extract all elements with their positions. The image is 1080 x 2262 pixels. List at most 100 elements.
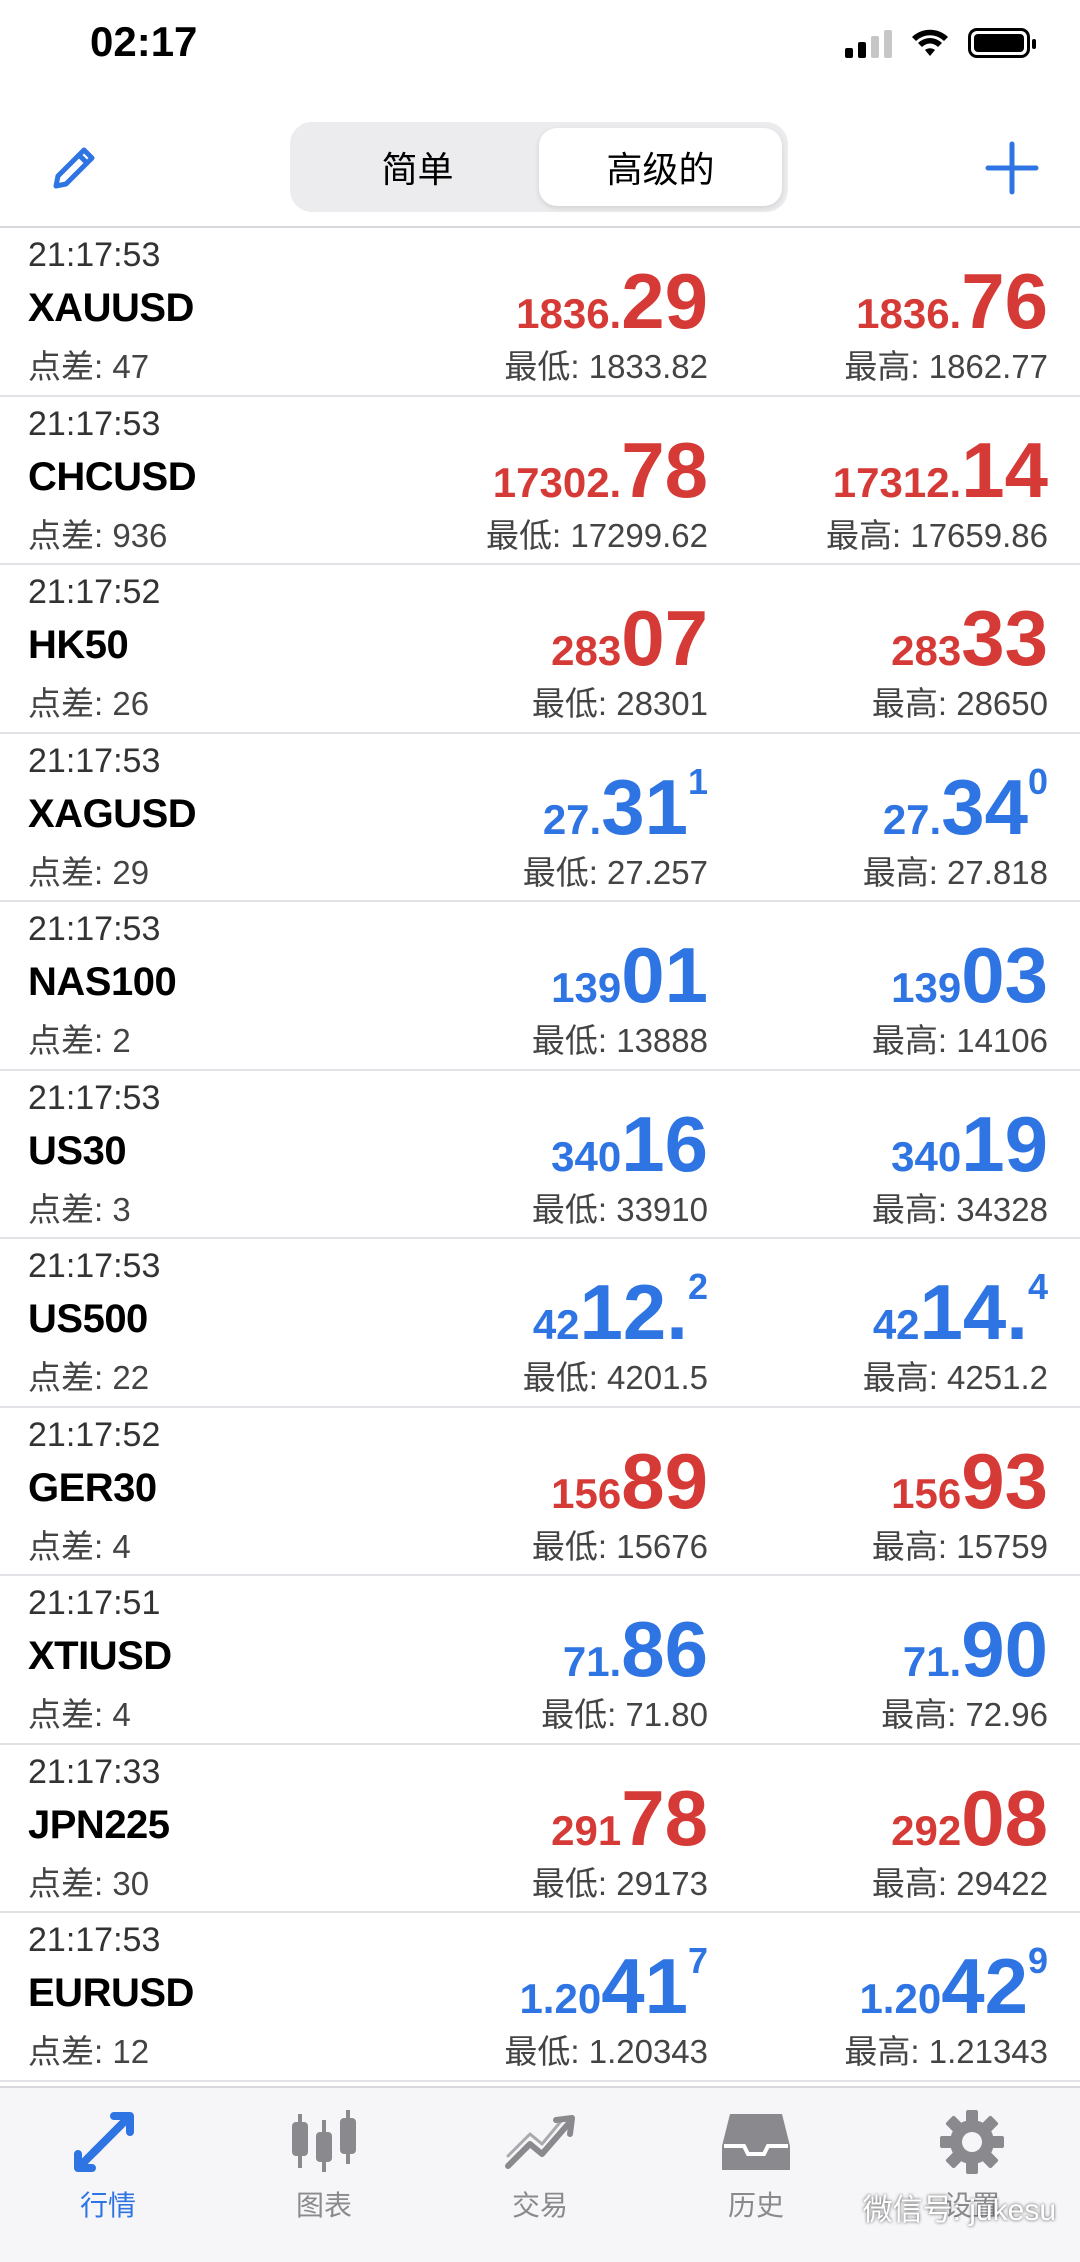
ask-price-main-digits: 34: [941, 762, 1028, 851]
quote-low: 最低: 1833.82: [504, 348, 708, 385]
ask-price[interactable]: 34019: [891, 1105, 1048, 1183]
quote-high: 最高: 14106: [871, 1022, 1048, 1059]
quote-high: 最高: 28650: [871, 685, 1048, 722]
tab-history[interactable]: 历史: [648, 2088, 864, 2262]
ask-price[interactable]: 71.90: [903, 1610, 1048, 1688]
quote-row[interactable]: 21:17:53 EURUSD 点差: 12 1.20417 1.20429 最低: 1.…: [0, 1913, 1080, 2082]
ask-price-main-digits: 93: [961, 1436, 1048, 1525]
tab-settings[interactable]: 设置: [864, 2088, 1080, 2262]
quote-low: 最低: 28301: [531, 685, 708, 722]
quote-low: 最低: 15676: [531, 1527, 708, 1565]
quote-symbol: GER30: [28, 1465, 157, 1510]
bid-price-main-digits: 07: [621, 594, 708, 682]
bid-price[interactable]: 71.86: [563, 1610, 708, 1688]
quote-time: 21:17:53: [28, 1247, 161, 1285]
bid-price-main-digits: 41: [601, 1942, 688, 2030]
ask-price-main-digits: 03: [961, 931, 1048, 1019]
quote-row[interactable]: 21:17:53 XAGUSD 点差: 29 27.311 27.340 最低: 27.2…: [0, 734, 1080, 902]
ask-price-main-digits: 42: [941, 1942, 1028, 2030]
wechat-watermark: 微信号: jukesu: [862, 2194, 1056, 2227]
quote-symbol: HK50: [28, 623, 129, 667]
quote-row[interactable]: 21:17:52 HK50 点差: 26 28307 28333 最低: 28301 最高:…: [0, 565, 1080, 734]
ask-price-main-digits: 14: [961, 425, 1048, 514]
bid-price-prefix: 1.20: [519, 1975, 602, 2022]
header-bar: 简单 高级的: [0, 110, 1080, 220]
bid-price[interactable]: 27.311: [543, 763, 708, 846]
quote-high: 最高: 17659.86: [826, 516, 1048, 554]
quote-spread: 点差: 12: [28, 2033, 150, 2070]
edit-pencil-icon[interactable]: [44, 138, 104, 198]
quote-symbol: NAS100: [28, 960, 177, 1004]
bid-price[interactable]: 1.20417: [519, 1943, 708, 2026]
bid-price-prefix: 17302.: [492, 458, 622, 506]
quote-row[interactable]: 21:17:53 US30 点差: 3 34016 34019 最低: 33910 最高: …: [0, 1071, 1080, 1239]
bid-price[interactable]: 34016: [551, 1105, 708, 1183]
ask-price[interactable]: 28333: [891, 599, 1048, 677]
segment-simple[interactable]: 简单: [296, 128, 539, 206]
ask-price[interactable]: 1836.76: [856, 262, 1048, 340]
quote-low: 最低: 13888: [531, 1022, 708, 1059]
quote-row[interactable]: 21:17:52 GER30 点差: 4 15689 15693 最低: 15676 最高:…: [0, 1408, 1080, 1576]
quote-time: 21:17:53: [28, 1921, 161, 1959]
quote-row[interactable]: 21:17:53 US500 点差: 22 4212.2 4214.4 最低: 4201.…: [0, 1239, 1080, 1408]
ask-price[interactable]: 27.340: [882, 763, 1048, 846]
ask-price-prefix: 27.: [882, 795, 942, 843]
ask-price-main-digits: 14.: [919, 1268, 1028, 1356]
status-bar: 02:17: [0, 0, 1080, 90]
quote-row[interactable]: 21:17:53 XAUUSD 点差: 47 1836.29 1836.76 最低: 18…: [0, 228, 1080, 397]
ask-price[interactable]: 29208: [891, 1779, 1048, 1857]
ask-price[interactable]: 4214.4: [872, 1269, 1048, 1352]
bid-price-main-digits: 16: [621, 1099, 708, 1188]
ask-price[interactable]: 13903: [891, 936, 1048, 1014]
bid-price-main-digits: 12.: [579, 1268, 688, 1356]
bid-price[interactable]: 1836.29: [516, 262, 708, 340]
bid-price-main-digits: 86: [621, 1605, 708, 1693]
quote-row[interactable]: 21:17:51 XTIUSD 点差: 4 71.86 71.90 最低: 71.80 最高…: [0, 1576, 1080, 1745]
tab-quotes[interactable]: 行情: [0, 2088, 216, 2262]
bid-price[interactable]: 13901: [551, 936, 708, 1014]
ask-price[interactable]: 1.20429: [859, 1943, 1048, 2026]
trade-trend-icon: [505, 2115, 575, 2169]
quote-symbol: XTIUSD: [28, 1634, 172, 1678]
ask-price[interactable]: 15693: [891, 1442, 1048, 1520]
candlestick-chart-icon: [292, 2110, 356, 2172]
quote-low: 最低: 4201.5: [522, 1359, 708, 1396]
quote-high: 最高: 15759: [871, 1527, 1048, 1565]
gear-icon: [940, 2110, 1004, 2174]
quote-symbol: XAGUSD: [28, 791, 197, 836]
quote-time: 21:17:52: [28, 1415, 161, 1454]
tab-label: 历史: [727, 2190, 784, 2221]
quote-time: 21:17:53: [28, 1078, 161, 1117]
quote-low: 最低: 17299.62: [486, 516, 708, 554]
quote-low: 最低: 71.80: [541, 1696, 708, 1733]
ask-price-prefix: 292: [891, 1806, 962, 1854]
tab-trade[interactable]: 交易: [432, 2088, 648, 2262]
add-plus-icon[interactable]: [982, 138, 1042, 198]
quote-spread: 点差: 936: [28, 516, 168, 554]
quote-symbol: XAUUSD: [28, 286, 194, 330]
bid-price-prefix: 291: [551, 1806, 622, 1854]
quote-high: 最高: 1.21343: [844, 2033, 1048, 2070]
tab-charts[interactable]: 图表: [216, 2088, 432, 2262]
bid-price[interactable]: 28307: [551, 599, 708, 677]
bid-price[interactable]: 15689: [551, 1442, 708, 1520]
quote-time: 21:17:52: [28, 573, 161, 611]
quotes-arrows-icon: [74, 2112, 134, 2172]
quote-row[interactable]: 21:17:33 JPN225 点差: 30 29178 29208 最低: 29173 最…: [0, 1745, 1080, 1913]
ask-price-prefix: 71.: [902, 1638, 962, 1685]
bid-price-prefix: 156: [551, 1469, 622, 1517]
bid-price[interactable]: 17302.78: [493, 431, 708, 509]
ask-price[interactable]: 17312.14: [833, 431, 1048, 509]
quote-row[interactable]: 21:17:53 CHCUSD 点差: 936 17302.78 17312.14 最低:…: [0, 397, 1080, 565]
bid-price-prefix: 42: [532, 1301, 580, 1348]
quote-high: 最高: 4251.2: [862, 1359, 1048, 1396]
quote-time: 21:17:51: [28, 1584, 161, 1622]
bid-price[interactable]: 4212.2: [532, 1269, 708, 1352]
ask-price-prefix: 42: [872, 1301, 920, 1348]
bid-price[interactable]: 29178: [551, 1779, 708, 1857]
quote-spread: 点差: 4: [28, 1527, 131, 1565]
quote-time: 21:17:33: [28, 1752, 161, 1791]
quote-row[interactable]: 21:17:53 NAS100 点差: 2 13901 13903 最低: 13888 最高…: [0, 902, 1080, 1071]
bid-price-fraction-digit: 7: [687, 1940, 708, 1981]
segment-advanced[interactable]: 高级的: [539, 128, 782, 206]
